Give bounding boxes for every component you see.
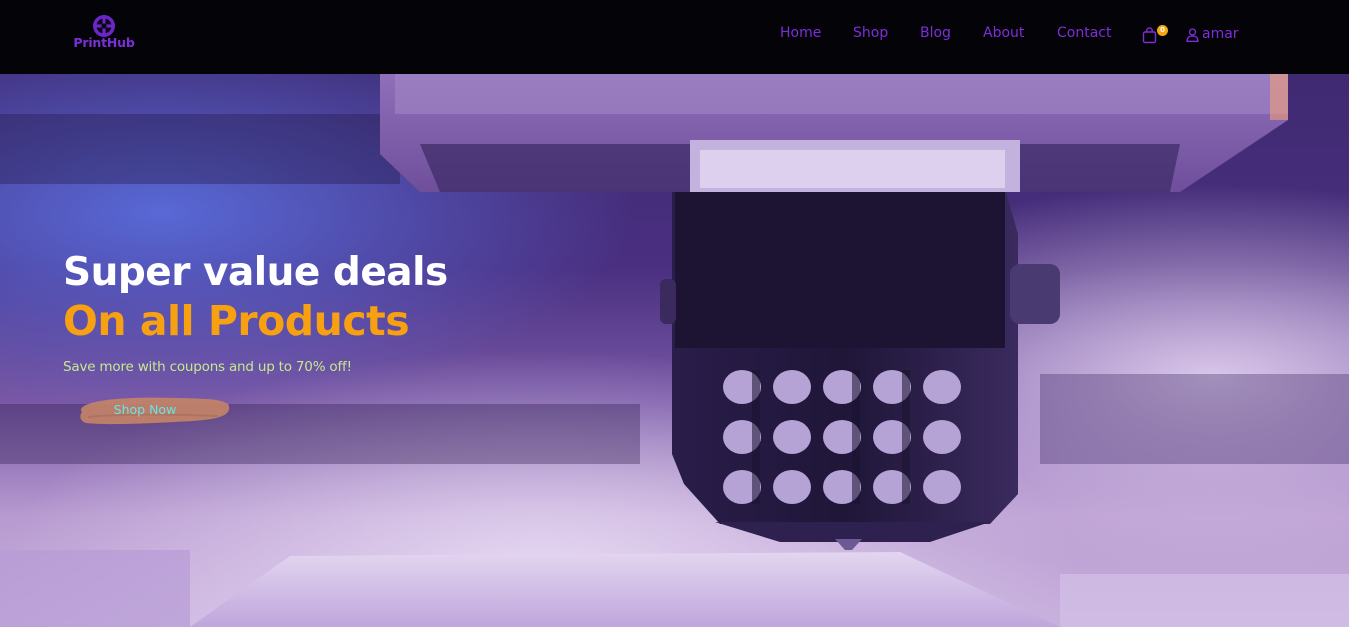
user-name: amar bbox=[1202, 26, 1239, 42]
hero-banner: Super value deals On all Products Save m… bbox=[0, 74, 1349, 627]
shop-now-label: Shop Now bbox=[113, 402, 177, 417]
hero-title: Super value deals bbox=[63, 250, 448, 295]
user-icon bbox=[1186, 28, 1199, 42]
nav-about[interactable]: About bbox=[983, 25, 1024, 41]
nav-home[interactable]: Home bbox=[780, 25, 821, 41]
brand-name: PrintHub bbox=[73, 35, 135, 50]
nav-contact[interactable]: Contact bbox=[1057, 25, 1111, 41]
shop-now-button[interactable]: Shop Now bbox=[78, 392, 232, 430]
site-header: PrintHub Home Shop Blog About Contact 0 … bbox=[0, 0, 1349, 74]
hero-background-image bbox=[0, 74, 1349, 627]
hero-subtitle: On all Products bbox=[63, 297, 410, 345]
shopping-bag-icon[interactable] bbox=[1142, 27, 1158, 44]
logo-link[interactable]: PrintHub bbox=[66, 14, 142, 52]
nav-shop[interactable]: Shop bbox=[853, 25, 888, 41]
nav-blog[interactable]: Blog bbox=[920, 25, 951, 41]
cart-count-badge: 0 bbox=[1157, 25, 1168, 36]
hero-description: Save more with coupons and up to 70% off… bbox=[63, 359, 352, 375]
